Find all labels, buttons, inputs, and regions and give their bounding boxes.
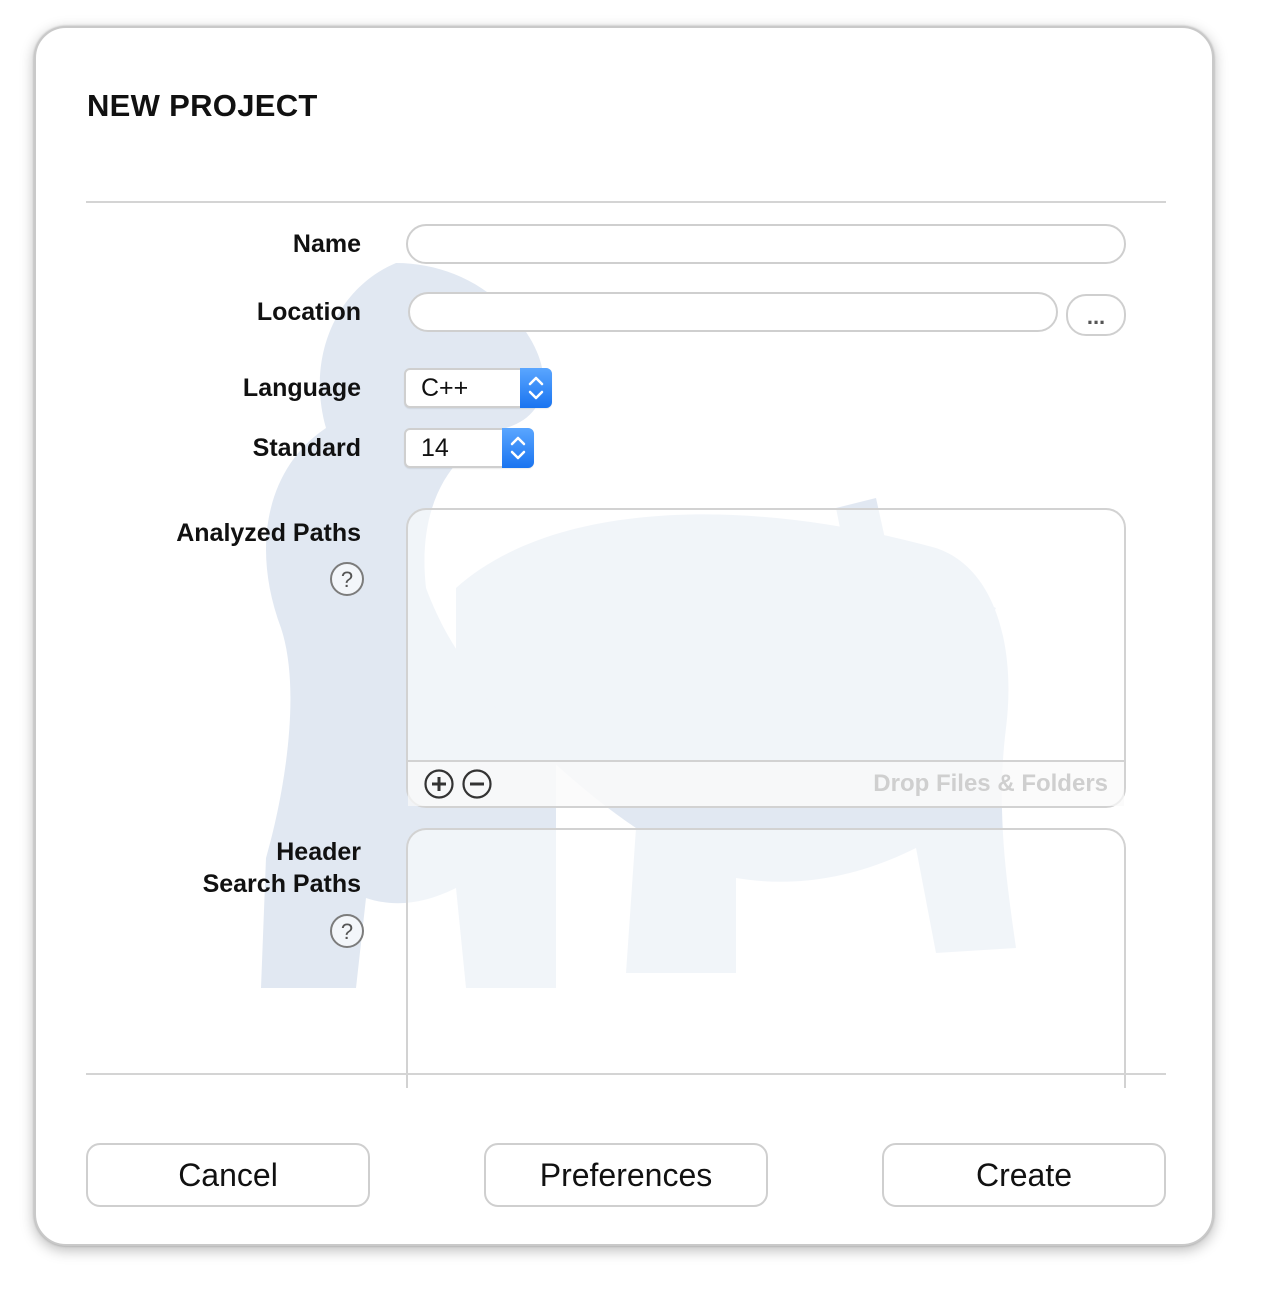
name-label: Name [292,230,361,258]
analyzed-paths-footer: Drop Files & Folders [408,760,1124,806]
language-select[interactable]: C++ [404,368,552,408]
standard-label: Standard [252,434,361,462]
header-search-paths-label-line1: Header [276,838,361,866]
minus-circle-icon[interactable] [462,769,492,799]
preferences-button[interactable]: Preferences [484,1143,768,1207]
drop-files-hint: Drop Files & Folders [873,770,1108,797]
create-button[interactable]: Create [882,1143,1166,1207]
language-label: Language [242,374,361,402]
header-divider [86,201,1166,203]
header-search-paths-list[interactable] [406,828,1126,1088]
footer-divider [86,1073,1166,1075]
header-search-paths-label-line2: Search Paths [202,870,361,898]
analyzed-paths-list[interactable]: Drop Files & Folders [406,508,1126,808]
dialog-title: NEW PROJECT [87,88,318,123]
plus-circle-icon[interactable] [424,769,454,799]
ellipsis-icon: ... [1086,304,1106,329]
location-label: Location [256,298,361,326]
location-field[interactable] [408,292,1058,332]
name-field[interactable] [406,224,1126,264]
chevron-updown-icon [520,368,552,408]
browse-location-button[interactable]: ... [1066,294,1126,336]
header-search-paths-help-icon[interactable]: ? [330,914,364,948]
chevron-updown-icon [502,428,534,468]
cancel-button[interactable]: Cancel [86,1143,370,1207]
analyzed-paths-label: Analyzed Paths [176,519,361,547]
standard-select[interactable]: 14 [404,428,534,468]
language-select-value: C++ [421,374,469,402]
analyzed-paths-help-icon[interactable]: ? [330,562,364,596]
new-project-dialog: NEW PROJECT Name Location ... Language C… [34,26,1214,1246]
standard-select-value: 14 [421,434,449,462]
